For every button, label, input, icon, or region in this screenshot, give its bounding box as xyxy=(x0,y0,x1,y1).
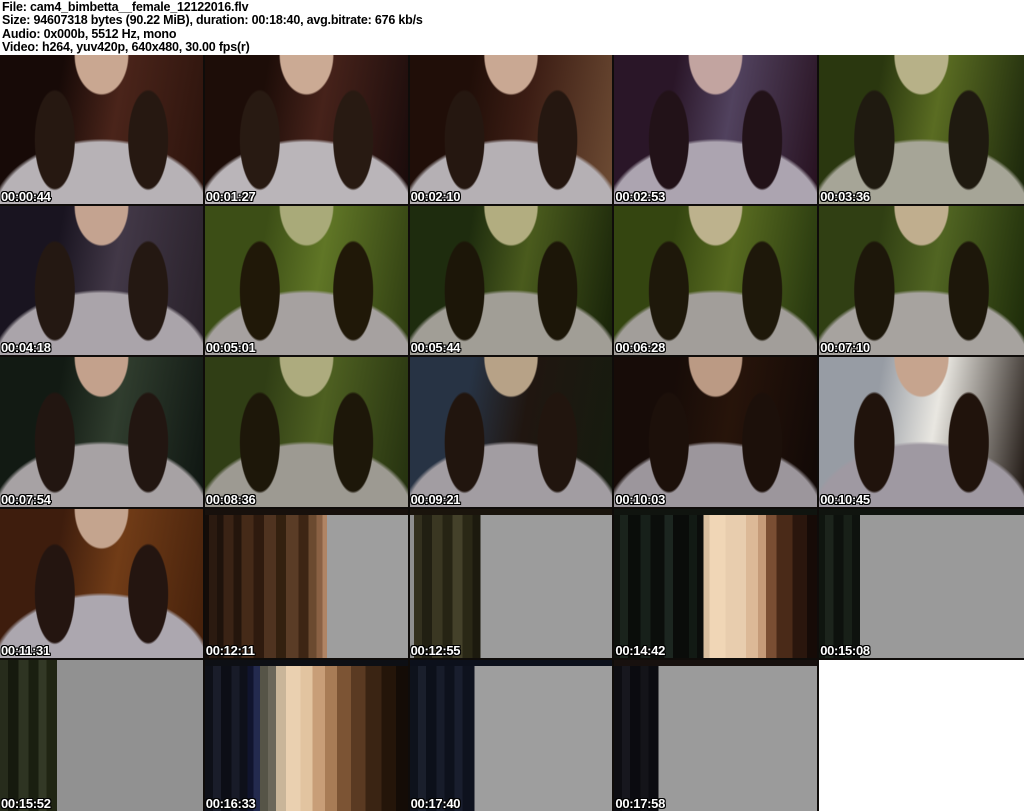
video-thumbnail: 00:05:44 xyxy=(409,206,615,358)
file-size-line: Size: 94607318 bytes (90.22 MiB), durati… xyxy=(2,13,423,28)
video-thumbnail: 00:14:42 xyxy=(614,508,820,660)
video-thumbnail: 00:02:10 xyxy=(409,55,615,207)
timestamp-label: 00:15:52 xyxy=(1,795,51,811)
thumbnail-grid: 00:00:44 00:01:27 00:02:10 00:02:53 00:03:36… xyxy=(0,55,1024,811)
file-name-line: File: cam4_bimbetta__female_12122016.flv xyxy=(2,0,249,14)
video-thumbnail: 00:16:33 xyxy=(204,659,410,811)
timestamp-label: 00:17:40 xyxy=(410,795,461,811)
video-thumbnail: 00:17:58 xyxy=(614,659,820,811)
timestamp-label: 00:12:55 xyxy=(410,642,461,658)
timestamp-label: 00:03:36 xyxy=(820,189,870,205)
video-thumbnail: 00:07:10 xyxy=(819,206,1024,358)
timestamp-label: 00:01:27 xyxy=(205,189,256,205)
timestamp-label: 00:10:03 xyxy=(615,491,666,507)
video-thumbnail: 00:09:21 xyxy=(409,357,615,509)
video-thumbnail: 00:03:36 xyxy=(819,55,1024,207)
timestamp-label: 00:08:36 xyxy=(205,491,256,507)
video-thumbnail: 00:10:45 xyxy=(819,357,1024,509)
timestamp-label: 00:04:18 xyxy=(1,340,51,356)
timestamp-label: 00:10:45 xyxy=(820,491,870,507)
video-info-line: Video: h264, yuv420p, 640x480, 30.00 fps… xyxy=(2,40,250,55)
video-thumbnail: 00:15:52 xyxy=(0,659,205,811)
video-thumbnail: 00:00:44 xyxy=(0,55,205,207)
video-thumbnail: 00:05:01 xyxy=(204,206,410,358)
video-thumbnail: 00:12:11 xyxy=(204,508,410,660)
timestamp-label: 00:16:33 xyxy=(205,795,256,811)
video-thumbnail: 00:10:03 xyxy=(614,357,820,509)
video-thumbnail: 00:08:36 xyxy=(204,357,410,509)
video-thumbnail: 00:15:08 xyxy=(819,508,1024,660)
audio-info-line: Audio: 0x000b, 5512 Hz, mono xyxy=(2,26,177,41)
timestamp-label: 00:15:08 xyxy=(820,642,870,658)
timestamp-label: 00:05:01 xyxy=(205,340,256,356)
timestamp-label: 00:07:10 xyxy=(820,340,870,356)
video-thumbnail: 00:11:31 xyxy=(0,508,205,660)
timestamp-label: 00:17:58 xyxy=(615,795,666,811)
video-thumbnail: 00:07:54 xyxy=(0,357,205,509)
timestamp-label: 00:02:10 xyxy=(410,189,461,205)
timestamp-label: 00:12:11 xyxy=(205,642,255,658)
video-contact-sheet: File: cam4_bimbetta__female_12122016.flv… xyxy=(0,0,1024,811)
timestamp-label: 00:11:31 xyxy=(1,642,50,658)
file-info-header: File: cam4_bimbetta__female_12122016.flv… xyxy=(0,0,1024,55)
video-thumbnail: 00:04:18 xyxy=(0,206,205,358)
timestamp-label: 00:07:54 xyxy=(1,491,51,507)
video-thumbnail: 00:02:53 xyxy=(614,55,820,207)
timestamp-label: 00:02:53 xyxy=(615,189,666,205)
video-thumbnail: 00:17:40 xyxy=(409,659,615,811)
timestamp-label: 00:14:42 xyxy=(615,642,666,658)
timestamp-label: 00:00:44 xyxy=(1,189,51,205)
timestamp-label: 00:06:28 xyxy=(615,340,666,356)
video-thumbnail: 00:12:55 xyxy=(409,508,615,660)
video-thumbnail: 00:06:28 xyxy=(614,206,820,358)
timestamp-label: 00:05:44 xyxy=(410,340,461,356)
video-thumbnail: 00:01:27 xyxy=(204,55,410,207)
timestamp-label: 00:09:21 xyxy=(410,491,461,507)
empty-cell xyxy=(819,659,1024,811)
